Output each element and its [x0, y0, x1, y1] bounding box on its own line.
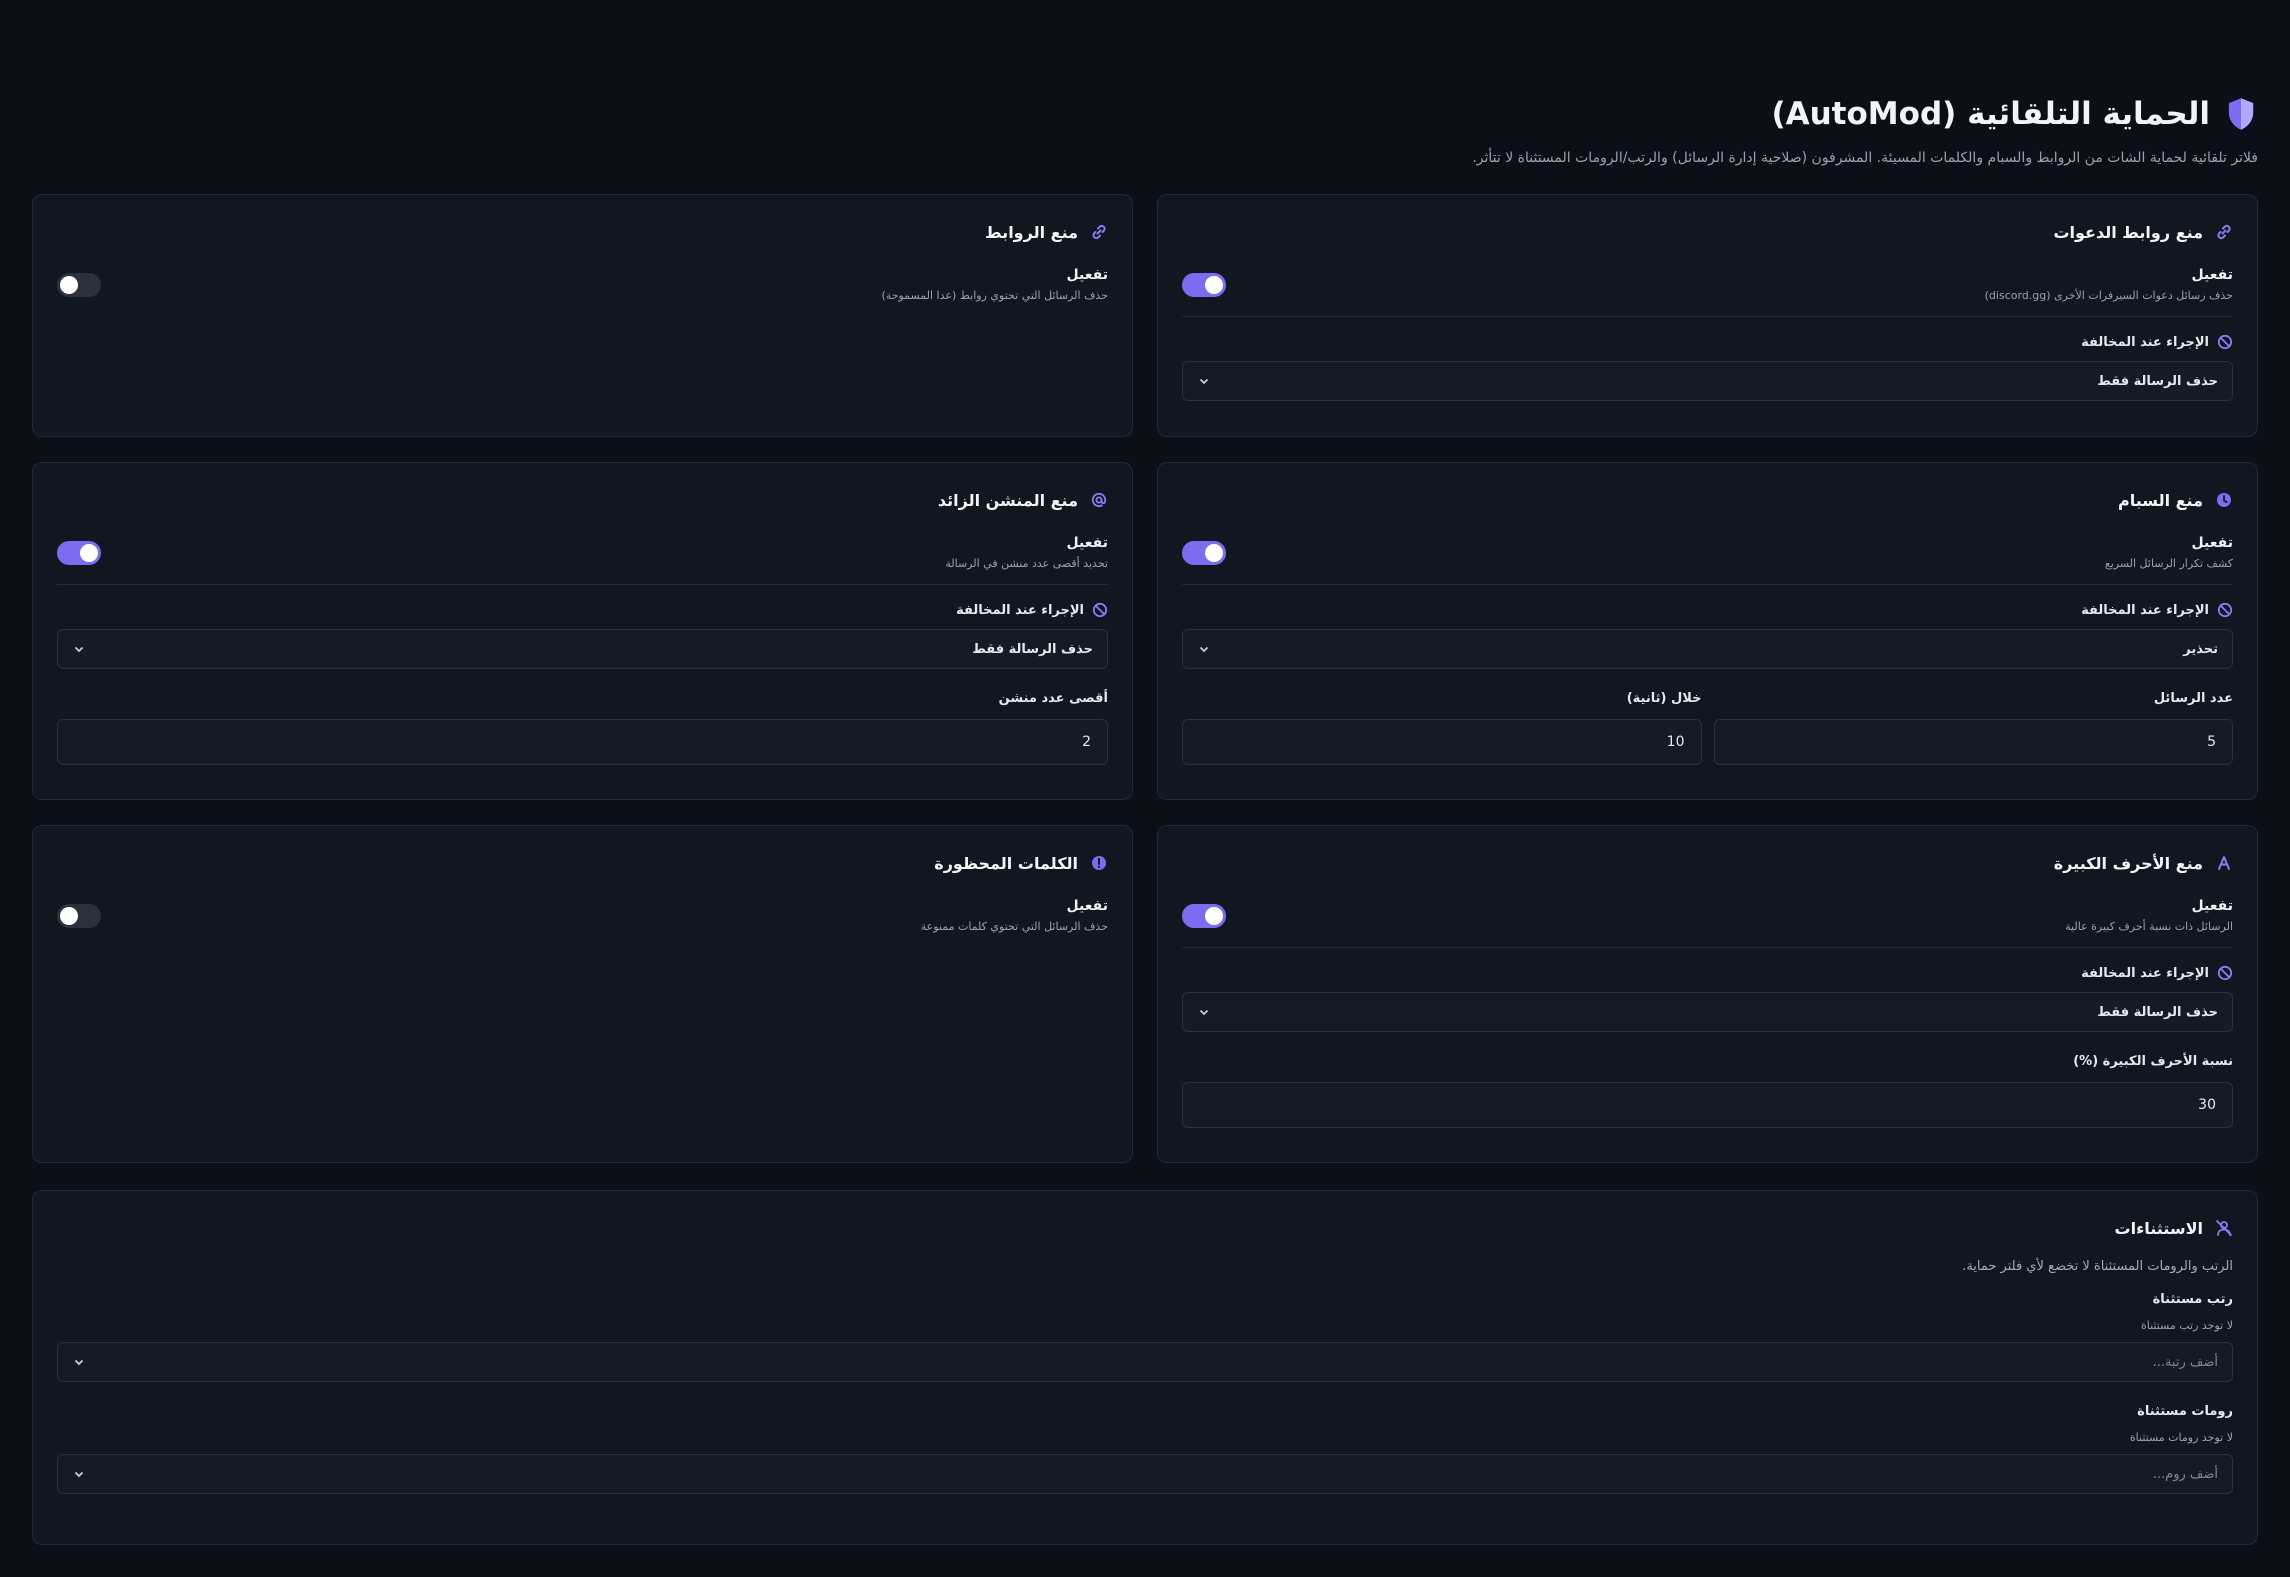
ban-icon — [2217, 965, 2233, 981]
enable-toggle[interactable] — [1182, 272, 1226, 297]
add-role-select[interactable]: أضف رتبة... — [57, 1342, 2233, 1382]
action-select-value: حذف الرسالة فقط — [972, 641, 1093, 657]
action-select-value: حذف الرسالة فقط — [2097, 373, 2218, 389]
toggle-knob — [1205, 906, 1223, 925]
excluded-channels-label: رومات مستثناة — [2137, 1404, 2233, 1419]
filters-grid: منع روابط الدعوات تفعيل حذف رسائل دعوات … — [32, 194, 2258, 1163]
messages-count-label: عدد الرسائل — [2153, 691, 2233, 706]
card-description: حذف الرسائل التي تحتوي روابط (عدا المسمو… — [881, 289, 1108, 302]
ban-icon — [2217, 334, 2233, 350]
card-title: منع روابط الدعوات — [2053, 222, 2203, 242]
card-description: الرسائل ذات نسبة أحرف كبيرة عالية — [2065, 920, 2233, 933]
within-seconds-label: خلال (ثانية) — [1626, 691, 1702, 706]
enable-label: تفعيل — [2191, 535, 2233, 551]
card-caps: منع الأحرف الكبيرة تفعيل الرسائل ذات نسب… — [1157, 825, 2258, 1163]
enable-label: تفعيل — [1066, 535, 1108, 551]
card-invite-links: منع روابط الدعوات تفعيل حذف رسائل دعوات … — [1157, 194, 2258, 437]
caps-ratio-label: نسبة الأحرف الكبيرة (%) — [2073, 1054, 2233, 1069]
enable-toggle[interactable] — [57, 540, 101, 565]
action-select-value: حذف الرسالة فقط — [2097, 1004, 2218, 1020]
action-label: الإجراء عند المخالفة — [956, 602, 1084, 618]
chevron-down-icon — [72, 642, 86, 656]
card-bad-words: الكلمات المحظورة تفعيل حذف الرسائل التي … — [32, 825, 1133, 1163]
add-channel-placeholder: أضف روم... — [2152, 1466, 2218, 1482]
ban-icon — [1092, 602, 1108, 618]
automod-page: الحماية التلقائية (AutoMod) فلاتر تلقائي… — [0, 0, 2290, 1577]
action-select[interactable]: حذف الرسالة فقط — [57, 629, 1108, 669]
clock-icon — [2215, 491, 2233, 509]
caps-ratio-input[interactable]: 30 — [1182, 1082, 2233, 1128]
page-title: الحماية التلقائية (AutoMod) — [1771, 96, 2210, 132]
enable-label: تفعيل — [1066, 267, 1108, 283]
action-select-value: تحذير — [2183, 641, 2218, 657]
letter-a-icon — [2215, 854, 2233, 872]
card-title: الاستثناءات — [2114, 1218, 2203, 1238]
card-title: منع الأحرف الكبيرة — [2053, 853, 2203, 873]
add-role-placeholder: أضف رتبة... — [2152, 1354, 2218, 1370]
link-icon — [2215, 223, 2233, 241]
exceptions-description: الرتب والرومات المستثناة لا تخضع لأي فلت… — [1962, 1259, 2233, 1274]
excluded-channels-empty: لا توجد رومات مستثناة — [2129, 1431, 2233, 1444]
excluded-roles-label: رتب مستثناة — [2152, 1292, 2233, 1307]
action-label: الإجراء عند المخالفة — [2081, 602, 2209, 618]
enable-toggle[interactable] — [1182, 540, 1226, 565]
messages-count-input[interactable]: 5 — [1713, 719, 2233, 765]
toggle-knob — [1205, 543, 1223, 562]
shield-icon — [2224, 96, 2258, 132]
within-seconds-input[interactable]: 10 — [1182, 719, 1702, 765]
card-title: منع الروابط — [985, 222, 1078, 242]
chevron-down-icon — [72, 1467, 86, 1481]
card-description: تحديد أقصى عدد منشن في الرسالة — [945, 557, 1108, 570]
card-title: منع السبام — [2118, 490, 2203, 510]
toggle-knob — [1205, 275, 1223, 294]
action-select[interactable]: تحذير — [1182, 629, 2233, 669]
card-exceptions: الاستثناءات الرتب والرومات المستثناة لا … — [32, 1190, 2258, 1545]
card-description: حذف الرسائل التي تحتوي كلمات ممنوعة — [920, 920, 1108, 933]
card-title: الكلمات المحظورة — [934, 853, 1078, 873]
max-mentions-input[interactable]: 2 — [57, 719, 1108, 765]
excluded-roles-empty: لا توجد رتب مستثناة — [2140, 1319, 2233, 1332]
chevron-down-icon — [72, 1355, 86, 1369]
action-label: الإجراء عند المخالفة — [2081, 965, 2209, 981]
card-links: منع الروابط تفعيل حذف الرسائل التي تحتوي… — [32, 194, 1133, 437]
card-spam: منع السبام تفعيل كشف تكرار الرسائل السري… — [1157, 462, 2258, 800]
max-mentions-label: أقصى عدد منشن — [998, 691, 1108, 706]
action-select[interactable]: حذف الرسالة فقط — [1182, 992, 2233, 1032]
toggle-knob — [60, 906, 78, 925]
enable-toggle[interactable] — [57, 272, 101, 297]
enable-label: تفعيل — [2191, 267, 2233, 283]
at-icon — [1090, 491, 1108, 509]
user-off-icon — [2215, 1219, 2233, 1237]
toggle-knob — [60, 275, 78, 294]
alert-icon — [1090, 854, 1108, 872]
card-description: حذف رسائل دعوات السيرفرات الأخرى (discor… — [1984, 289, 2233, 302]
chevron-down-icon — [1197, 374, 1211, 388]
toggle-knob — [80, 543, 98, 562]
chevron-down-icon — [1197, 642, 1211, 656]
action-select[interactable]: حذف الرسالة فقط — [1182, 361, 2233, 401]
card-description: كشف تكرار الرسائل السريع — [2104, 557, 2233, 570]
ban-icon — [2217, 602, 2233, 618]
enable-toggle[interactable] — [1182, 903, 1226, 928]
enable-label: تفعيل — [1066, 898, 1108, 914]
page-subtitle: فلاتر تلقائية لحماية الشات من الروابط وا… — [1472, 150, 2258, 166]
card-title: منع المنشن الزائد — [937, 490, 1078, 510]
add-channel-select[interactable]: أضف روم... — [57, 1454, 2233, 1494]
action-label: الإجراء عند المخالفة — [2081, 334, 2209, 350]
card-mentions: منع المنشن الزائد تفعيل تحديد أقصى عدد م… — [32, 462, 1133, 800]
page-header: الحماية التلقائية (AutoMod) فلاتر تلقائي… — [32, 92, 2258, 166]
enable-label: تفعيل — [2191, 898, 2233, 914]
chevron-down-icon — [1197, 1005, 1211, 1019]
enable-toggle[interactable] — [57, 903, 101, 928]
link-icon — [1090, 223, 1108, 241]
